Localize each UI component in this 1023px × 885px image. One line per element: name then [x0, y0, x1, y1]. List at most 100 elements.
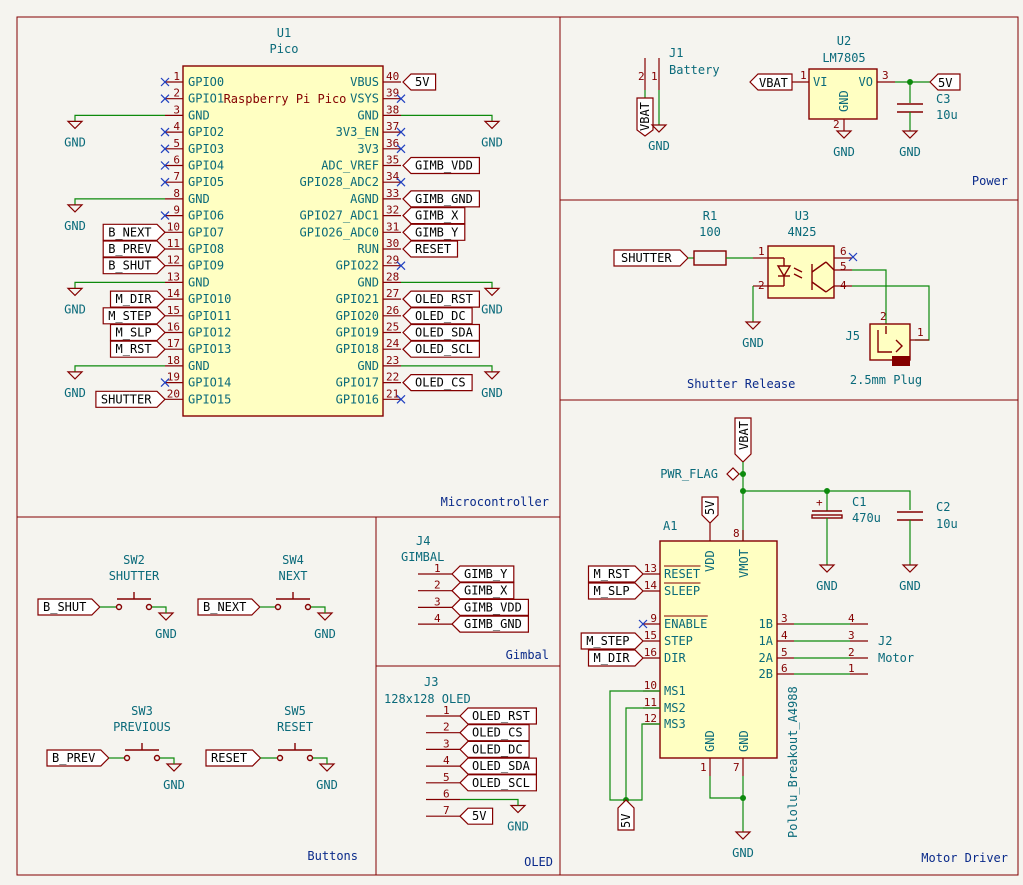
pin-name: GPIO10 [188, 292, 231, 306]
switch-contact-icon [115, 603, 123, 611]
net-label: GIMB_X [415, 209, 459, 223]
pin-number: 16 [167, 321, 180, 334]
pin-name: GPIO4 [188, 159, 224, 173]
ground-label: GND [64, 135, 86, 149]
ground-label: GND [64, 302, 86, 316]
ground-icon [165, 763, 183, 772]
u3-pin4: 4 [840, 279, 847, 292]
pin-name: GPIO28_ADC2 [300, 175, 379, 189]
button-sw3[interactable]: SW3 PREVIOUS B_PREV [46, 704, 175, 767]
u1-pico[interactable]: U1 Pico Raspberry Pi Pico 1 GPIO02 GPIO13 G… [74, 26, 493, 417]
pwr-flag-label: PWR_FLAG [660, 467, 718, 481]
ground-symbol: GND [742, 321, 764, 350]
j1-pin1-num: 1 [651, 70, 658, 83]
c1-plus-icon: + [816, 496, 823, 509]
net-label: M_RST [116, 342, 152, 356]
ground-icon [157, 612, 175, 621]
pin-number: 5 [443, 771, 450, 784]
net-label: M_SLP [594, 584, 630, 598]
j2-pin-number: 4 [848, 612, 855, 625]
ground-symbol: GND [64, 204, 86, 233]
j2-pin-number: 3 [848, 629, 855, 642]
section-title-buttons: Buttons [307, 849, 358, 863]
pin-name: SLEEP [664, 584, 700, 598]
gimbal-section[interactable]: J4 GIMBAL 1 GIMB_Y2 GIMB_X3 GIMB_VDD4 GIMB_G… [401, 534, 530, 633]
pin-number: 13 [167, 270, 180, 283]
button-sw5[interactable]: SW5 RESET RESET [205, 704, 328, 767]
button-value: RESET [277, 720, 313, 734]
pin-name: GPIO0 [188, 75, 224, 89]
pin-number: 1 [443, 704, 450, 717]
j5-plug-icon [892, 356, 910, 366]
r1-value: 100 [699, 225, 721, 239]
pin-name: GPIO9 [188, 259, 224, 273]
a1-pin8: 8 [733, 527, 740, 540]
ground-symbol: GND [64, 287, 86, 316]
ground-icon [818, 564, 836, 573]
ground-symbol: GND [899, 130, 921, 159]
c3-ref: C3 [936, 92, 950, 106]
pin-number: 11 [167, 237, 180, 250]
pin-number: 2 [434, 579, 441, 592]
pin-number: 3 [434, 595, 441, 608]
junction [740, 795, 746, 801]
j4-pin-1[interactable]: 1 GIMB_Y [418, 562, 515, 583]
wire [401, 114, 493, 122]
j3-pin-7[interactable]: 7 5V [426, 804, 494, 825]
ground-icon [66, 287, 84, 297]
wire [311, 606, 326, 613]
pin-name: MS3 [664, 717, 686, 731]
pin-number: 26 [386, 304, 399, 317]
pin-name: GPIO5 [188, 175, 224, 189]
pin-name: GPIO1 [188, 92, 224, 106]
net-label: M_STEP [108, 309, 151, 323]
ground-icon [66, 120, 84, 130]
button-sw2[interactable]: SW2 SHUTTER B_SHUT [37, 553, 167, 616]
pin-number: 15 [167, 304, 180, 317]
u2-ref: U2 [837, 34, 851, 48]
ground-label: GND [64, 386, 86, 400]
pin-name: GPIO14 [188, 376, 231, 390]
ground-symbol: GND [163, 763, 185, 792]
pin-name: 2A [759, 651, 774, 665]
ground-label: GND [899, 145, 921, 159]
a1-value: Pololu_Breakout_A4988 [786, 686, 800, 838]
button-sw4[interactable]: SW4 NEXT B_NEXT [197, 553, 326, 616]
pin-name: RESET [664, 567, 700, 581]
u3-pin1: 1 [758, 245, 765, 258]
wire [626, 723, 660, 801]
pin-number: 3 [173, 103, 180, 116]
net-label: B_SHUT [43, 600, 86, 614]
motor-vbat-label: VBAT [737, 421, 751, 450]
pin-number: 12 [167, 254, 180, 267]
oled-section[interactable]: J3 128x128 OLED 1 OLED_RST 2 OLED_CS 3 OLED_D… [384, 675, 538, 825]
pin-name: GPIO8 [188, 242, 224, 256]
u2-pin1: 1 [800, 69, 807, 82]
pin-number: 10 [644, 679, 657, 692]
ground-symbol: GND [316, 763, 338, 792]
pin-name: ADC_VREF [321, 159, 379, 173]
ground-label: GND [481, 135, 503, 149]
pin-name: RUN [357, 242, 379, 256]
pin-number: 31 [386, 220, 399, 233]
section-title-oled: OLED [524, 855, 553, 869]
pwr-flag-icon [726, 467, 740, 481]
r1-body [693, 250, 727, 266]
ground-label: GND [648, 139, 670, 153]
pin-name: GND [357, 108, 379, 122]
pin-name: GPIO2 [188, 125, 224, 139]
pin-name: GPIO7 [188, 225, 224, 239]
pin-number: 34 [386, 170, 400, 183]
c2-ref: C2 [936, 500, 950, 514]
pin-name: GPIO26_ADC0 [300, 225, 379, 239]
j2-ref: J2 [878, 634, 892, 648]
pin-number: 38 [386, 103, 399, 116]
net-label: M_STEP [586, 634, 629, 648]
pin-number: 4 [443, 754, 450, 767]
ground-icon [318, 763, 336, 772]
j1-ref: J1 [669, 46, 683, 60]
pin-name: GPIO16 [336, 392, 379, 406]
j4-ref: J4 [416, 534, 430, 548]
ground-label: GND [742, 336, 764, 350]
ground-label: GND [155, 627, 177, 641]
